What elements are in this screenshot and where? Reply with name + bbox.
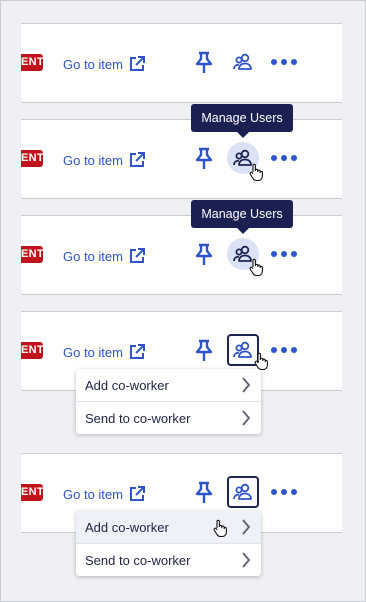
external-link-icon: [129, 56, 145, 71]
external-link-icon: [129, 248, 145, 263]
go-to-item-link[interactable]: Go to item: [63, 342, 146, 362]
co-worker-menu: Add co-worker Send to co-worker: [76, 369, 261, 434]
pin-icon[interactable]: [193, 243, 215, 267]
external-link-icon: [129, 344, 145, 359]
menu-item-add-co-worker[interactable]: Add co-worker: [76, 511, 261, 543]
go-to-item-link[interactable]: Go to item: [63, 484, 146, 504]
go-to-item-link[interactable]: Go to item: [63, 54, 146, 74]
status-badge: ENT: [21, 150, 43, 167]
status-badge: ENT: [21, 54, 43, 71]
users-icon: [233, 483, 252, 500]
users-icon: [233, 245, 252, 262]
go-to-item-label: Go to item: [63, 486, 123, 502]
menu-item-add-co-worker[interactable]: Add co-worker: [76, 369, 261, 401]
manage-users-button[interactable]: [227, 476, 259, 508]
co-worker-menu: Add co-worker Send to co-worker: [76, 511, 261, 576]
go-to-item-label: Go to item: [63, 152, 123, 168]
pin-icon[interactable]: [193, 339, 215, 363]
go-to-item-link[interactable]: Go to item: [63, 150, 146, 170]
item-card: ENT Go to item: [21, 215, 342, 295]
status-badge: ENT: [21, 484, 43, 501]
users-icon: [233, 149, 252, 166]
menu-item-label: Send to co-worker: [85, 552, 191, 568]
manage-users-button[interactable]: [227, 46, 259, 78]
manage-users-button[interactable]: [227, 334, 259, 366]
go-to-item-label: Go to item: [63, 344, 123, 360]
go-to-item-label: Go to item: [63, 56, 123, 72]
more-options-button[interactable]: [271, 485, 297, 499]
users-icon: [233, 341, 252, 358]
item-card: ENT Go to item: [21, 119, 342, 199]
chevron-right-icon: [242, 519, 251, 535]
panel: ENT Go to item ENT Go to item Manage Use…: [0, 0, 366, 602]
users-icon: [233, 53, 252, 70]
pin-icon[interactable]: [193, 147, 215, 171]
go-to-item-link[interactable]: Go to item: [63, 246, 146, 266]
manage-users-tooltip: Manage Users: [191, 104, 293, 138]
more-options-button[interactable]: [271, 343, 297, 357]
external-link-icon: [129, 152, 145, 167]
manage-users-tooltip: Manage Users: [191, 200, 293, 234]
chevron-right-icon: [242, 410, 251, 426]
status-badge: ENT: [21, 246, 43, 263]
manage-users-button[interactable]: [227, 142, 259, 174]
pin-icon[interactable]: [193, 481, 215, 505]
manage-users-button[interactable]: [227, 238, 259, 270]
menu-item-label: Send to co-worker: [85, 410, 191, 426]
pin-icon[interactable]: [193, 51, 215, 75]
item-card: ENT Go to item: [21, 23, 342, 103]
status-badge: ENT: [21, 342, 43, 359]
external-link-icon: [129, 486, 145, 501]
chevron-right-icon: [242, 552, 251, 568]
menu-item-send-to-co-worker[interactable]: Send to co-worker: [76, 543, 261, 576]
menu-item-label: Add co-worker: [85, 519, 169, 535]
more-options-button[interactable]: [271, 247, 297, 261]
chevron-right-icon: [242, 377, 251, 393]
more-options-button[interactable]: [271, 55, 297, 69]
menu-item-label: Add co-worker: [85, 377, 169, 393]
go-to-item-label: Go to item: [63, 248, 123, 264]
menu-item-send-to-co-worker[interactable]: Send to co-worker: [76, 401, 261, 434]
more-options-button[interactable]: [271, 151, 297, 165]
